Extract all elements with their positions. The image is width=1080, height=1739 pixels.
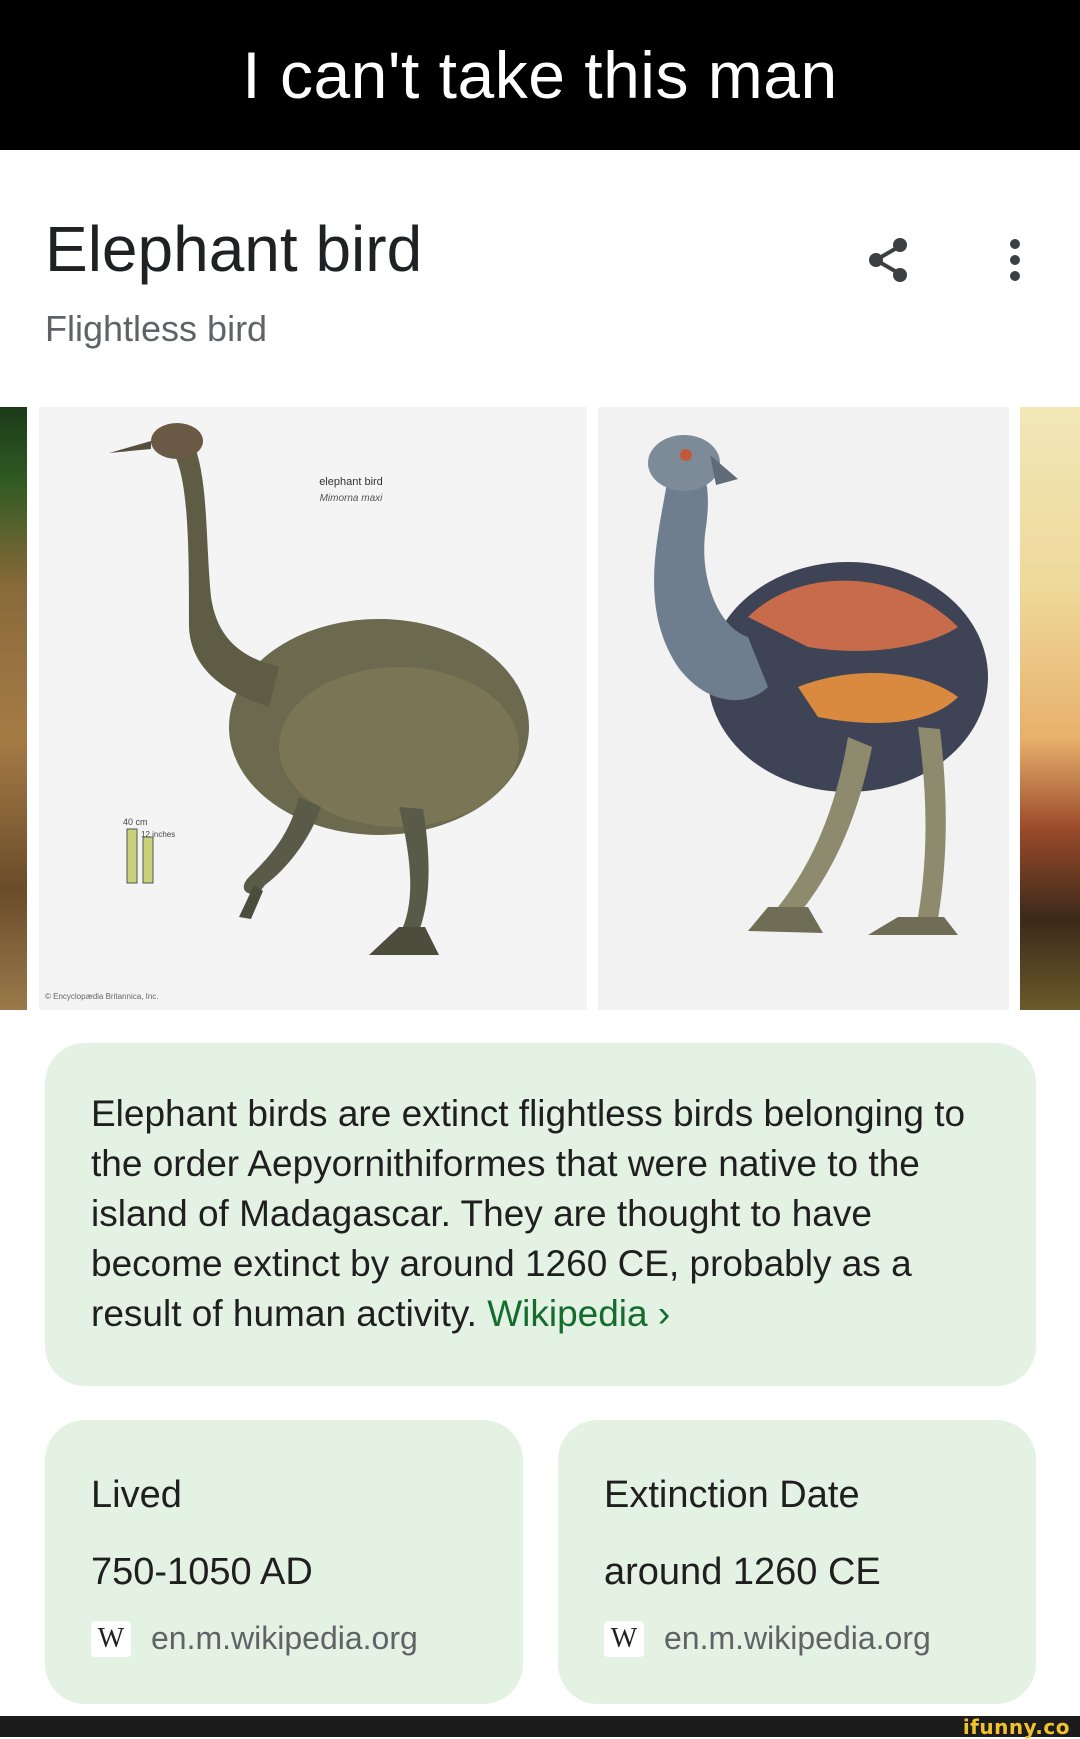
image-credit: © Encyclopædia Britannica, Inc. (45, 992, 159, 1001)
wikipedia-icon: W (604, 1620, 644, 1657)
elephant-bird-illustration-image[interactable]: elephant bird Mimorna maxi 40 cm 12 inch… (39, 407, 587, 1010)
description-card: Elephant birds are extinct flightless bi… (45, 1043, 1036, 1386)
fact-source[interactable]: W en.m.wikipedia.org (91, 1620, 523, 1657)
image-sublabel: Mimorna maxi (320, 493, 384, 504)
wikipedia-link-label: Wikipedia (487, 1293, 648, 1334)
image-carousel-prev-thumbnail[interactable] (0, 407, 27, 1010)
fact-card-lived[interactable]: Lived 750-1050 AD W en.m.wikipedia.org (45, 1420, 523, 1704)
wikipedia-icon: W (91, 1620, 131, 1657)
meme-caption: I can't take this man (0, 0, 1080, 150)
fact-value: around 1260 CE (604, 1551, 881, 1593)
chevron-right-icon: › (657, 1293, 671, 1334)
fact-label: Lived (91, 1474, 182, 1516)
watermark-bar: ifunny.co (0, 1714, 1080, 1739)
fact-source-domain: en.m.wikipedia.org (664, 1620, 931, 1656)
image-carousel-next-thumbnail[interactable] (1020, 407, 1080, 1010)
fact-source[interactable]: W en.m.wikipedia.org (604, 1620, 1036, 1657)
description-text: Elephant birds are extinct flightless bi… (91, 1089, 992, 1339)
share-icon[interactable] (866, 236, 910, 284)
panel-subtitle: Flightless bird (45, 308, 268, 349)
fact-card-extinction-date[interactable]: Extinction Date around 1260 CE W en.m.wi… (558, 1420, 1036, 1704)
image-label: elephant bird (319, 476, 383, 488)
fact-source-domain: en.m.wikipedia.org (151, 1620, 418, 1656)
fact-label: Extinction Date (604, 1474, 860, 1516)
ifunny-watermark: ifunny.co (962, 1714, 1070, 1739)
scale-label: 40 cm (123, 817, 148, 827)
fact-value: 750-1050 AD (91, 1551, 313, 1593)
panel-title: Elephant bird (45, 213, 423, 285)
wikipedia-link[interactable]: Wikipedia › (487, 1293, 670, 1334)
scale-label-inches: 12 inches (141, 830, 175, 839)
elephant-bird-model-image[interactable] (598, 407, 1009, 1010)
more-vertical-icon[interactable] (1000, 238, 1030, 282)
